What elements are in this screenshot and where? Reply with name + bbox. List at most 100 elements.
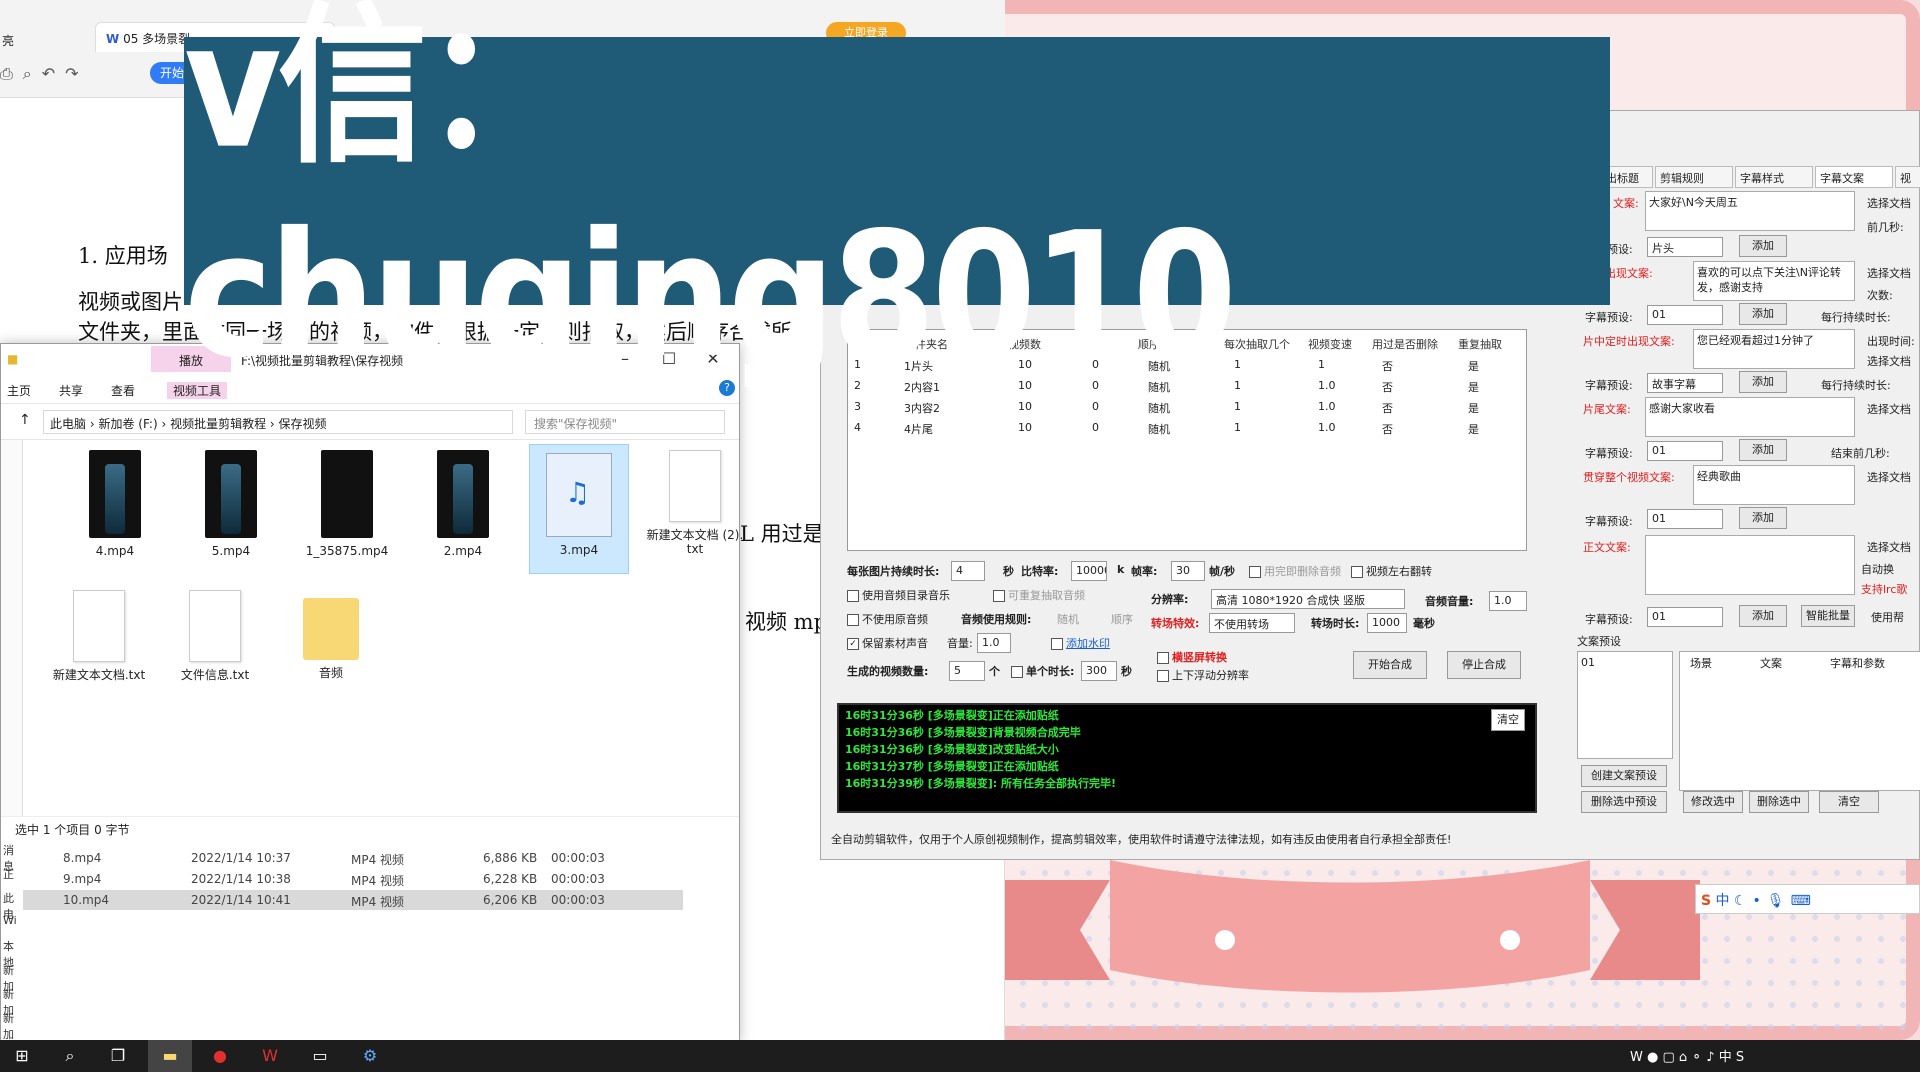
select-doc-label[interactable]: 选择文档	[1867, 469, 1911, 485]
explorer-taskbar-icon[interactable]: ▬	[148, 1040, 192, 1072]
select-doc-label[interactable]: 选择文档	[1867, 353, 1911, 369]
nav-label[interactable]: 新加	[3, 1010, 23, 1042]
add-preset-1-button[interactable]: 添加	[1739, 235, 1787, 257]
add-preset-5-button[interactable]: 添加	[1739, 507, 1787, 529]
delete-selected-button[interactable]: 删除选中	[1749, 791, 1809, 813]
up-arrow-icon[interactable]: ↑	[19, 412, 31, 428]
text-preset-list[interactable]: 01	[1577, 651, 1673, 759]
img-duration-input[interactable]: 4	[951, 561, 985, 581]
tool-icon[interactable]: ⚙	[348, 1040, 392, 1072]
list-row[interactable]: 9.mp4 2022/1/14 10:38 MP4 视频 6,228 KB 00:00:…	[23, 869, 683, 889]
add-preset-3-button[interactable]: 添加	[1739, 371, 1787, 393]
modify-selected-button[interactable]: 修改选中	[1683, 791, 1743, 813]
tab-home[interactable]: 主页	[7, 382, 31, 399]
random-text-input[interactable]: 喜欢的可以点下关注\N评论转发，感谢支持	[1693, 261, 1855, 301]
word-quick-icons[interactable]: ⎙⌕↶↷	[0, 64, 89, 84]
file-item[interactable]: ♫ 3.mp4	[529, 444, 629, 574]
single-duration-checkbox[interactable]: 单个时长:	[1011, 663, 1074, 679]
file-item[interactable]: 1_35875.mp4	[297, 444, 397, 574]
text-preset-item[interactable]: 01	[1581, 656, 1595, 669]
video-count-input[interactable]: 5	[949, 661, 985, 681]
scene-table[interactable]: 场景 文案 字幕和参数	[1679, 651, 1920, 791]
audio-volume-input[interactable]: 1.0	[1489, 591, 1527, 611]
address-bar[interactable]: 此电脑 › 新加卷 (F:) › 视频批量剪辑教程 › 保存视频	[43, 410, 513, 434]
app-icon[interactable]: ▭	[298, 1040, 342, 1072]
file-item[interactable]: 新建文本文档 (2).txt	[645, 444, 745, 574]
tab-share[interactable]: 共享	[59, 382, 83, 399]
tab-more[interactable]: 视	[1895, 166, 1920, 188]
add-preset-2-button[interactable]: 添加	[1739, 303, 1787, 325]
add-preset-6-button[interactable]: 添加	[1739, 605, 1787, 627]
create-preset-button[interactable]: 创建文案预设	[1581, 765, 1667, 787]
file-item[interactable]: 音频	[281, 584, 381, 714]
breadcrumb-item[interactable]: 新加卷 (F:)	[98, 417, 157, 431]
repeat-audio-checkbox[interactable]: 可重复抽取音频	[993, 587, 1085, 603]
through-text-input[interactable]: 经典歌曲	[1693, 465, 1855, 505]
file-item[interactable]: 4.mp4	[65, 444, 165, 574]
fps-input[interactable]: 30	[1171, 561, 1205, 581]
ime-toolbar[interactable]: S 中 ☾•🎙⌨	[1695, 884, 1920, 914]
tab-subtitle-style[interactable]: 字幕样式	[1735, 166, 1813, 188]
file-item[interactable]: 5.mp4	[181, 444, 281, 574]
breadcrumb-item[interactable]: 此电脑	[50, 417, 86, 431]
help-button[interactable]: 使用帮	[1871, 609, 1904, 625]
audio-random-radio[interactable]: 随机	[1057, 611, 1079, 627]
transition-select[interactable]: 不使用转场	[1209, 613, 1295, 633]
clear-scenes-button[interactable]: 清空	[1819, 791, 1879, 813]
stop-compose-button[interactable]: 停止合成	[1447, 651, 1521, 679]
add-preset-4-button[interactable]: 添加	[1739, 439, 1787, 461]
file-item[interactable]: 文件信息.txt	[165, 584, 265, 714]
transition-duration-input[interactable]: 1000	[1367, 613, 1407, 633]
nav-pane[interactable]	[1, 440, 23, 816]
keep-audio-checkbox[interactable]: ✓ 保留素材声音	[847, 635, 928, 651]
select-doc-label[interactable]: 选择文档	[1867, 401, 1911, 417]
preset-select-5[interactable]: 01	[1647, 509, 1723, 529]
main-text-input[interactable]	[1645, 535, 1855, 595]
select-doc-label[interactable]: 选择文档	[1867, 195, 1911, 211]
wps-icon[interactable]: W	[248, 1040, 292, 1072]
tab-edit-rules[interactable]: 剪辑规则	[1655, 166, 1733, 188]
preset-select-3[interactable]: 故事字幕	[1647, 373, 1723, 393]
start-compose-button[interactable]: 开始合成	[1353, 651, 1427, 679]
add-watermark-link[interactable]: 添加水印	[1051, 635, 1110, 651]
opening-text-input[interactable]: 大家好\N今天周五	[1645, 191, 1855, 231]
list-row[interactable]: 10.mp4 2022/1/14 10:41 MP4 视频 6,206 KB 00:00…	[23, 890, 683, 910]
resolution-select[interactable]: 高清 1080*1920 合成快 竖版	[1211, 589, 1405, 609]
log-clear-button[interactable]: 清空	[1491, 709, 1525, 731]
bg-music-checkbox[interactable]: 使用音频目录音乐	[847, 587, 950, 603]
file-item[interactable]: 新建文本文档.txt	[49, 584, 149, 714]
bitrate-input[interactable]: 10000	[1071, 561, 1107, 581]
landscape-checkbox[interactable]: 横竖屏转换	[1157, 649, 1227, 665]
preset-select-6[interactable]: 01	[1647, 607, 1723, 627]
ime-tools-icon[interactable]: ☾•🎙⌨	[1734, 893, 1817, 909]
no-original-audio-checkbox[interactable]: 不使用原音频	[847, 611, 928, 627]
system-tray[interactable]: W ● ▢ ⌂ ⚬ ♪ 中 S	[1630, 1046, 1744, 1065]
task-view-icon[interactable]: ❐	[96, 1040, 140, 1072]
search-input[interactable]: 搜索"保存视频"	[525, 410, 725, 434]
delete-preset-button[interactable]: 删除选中预设	[1581, 791, 1667, 813]
preset-select-2[interactable]: 01	[1647, 305, 1723, 325]
select-doc-label[interactable]: 选择文档	[1867, 265, 1911, 281]
file-item[interactable]: 2.mp4	[413, 444, 513, 574]
timed-text-input[interactable]: 您已经观看超过1分钟了	[1693, 329, 1855, 369]
nav-label[interactable]: 正	[3, 866, 14, 882]
end-text-input[interactable]: 感谢大家收看	[1645, 397, 1855, 437]
breadcrumb-item[interactable]: 视频批量剪辑教程	[170, 417, 266, 431]
search-icon[interactable]: ⌕	[48, 1040, 92, 1072]
ime-mode[interactable]: 中	[1716, 893, 1730, 909]
audio-sequence-radio[interactable]: 顺序	[1111, 611, 1133, 627]
nav-label[interactable]: Wi	[3, 914, 17, 927]
smart-batch-button[interactable]: 智能批量	[1801, 605, 1855, 627]
tab-view[interactable]: 查看	[111, 382, 135, 399]
preset-select-1[interactable]: 片头	[1647, 237, 1723, 257]
float-res-checkbox[interactable]: 上下浮动分辨率	[1157, 667, 1249, 683]
tab-subtitle-text[interactable]: 字幕文案	[1815, 166, 1893, 188]
preset-select-4[interactable]: 01	[1647, 441, 1723, 461]
ime-tray[interactable]: 中	[1719, 1050, 1732, 1065]
mirror-checkbox[interactable]: 视频左右翻转	[1351, 563, 1432, 579]
breadcrumb-item[interactable]: 保存视频	[279, 417, 327, 431]
auto-wrap-checkbox[interactable]: 自动换	[1861, 561, 1894, 577]
record-icon[interactable]: ●	[198, 1040, 242, 1072]
select-doc-label[interactable]: 选择文档	[1867, 539, 1911, 555]
start-icon[interactable]: ⊞	[0, 1040, 44, 1072]
